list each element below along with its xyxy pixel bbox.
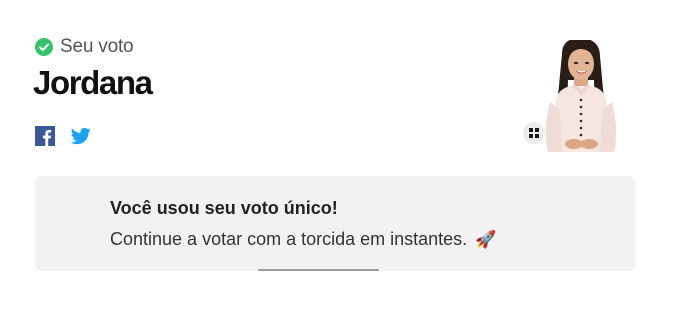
twitter-share-button[interactable] <box>70 126 91 146</box>
notice-progress-bar <box>258 269 379 271</box>
share-buttons <box>35 126 91 146</box>
facebook-share-button[interactable] <box>35 126 55 146</box>
rocket-icon: 🚀 <box>475 230 497 249</box>
vote-notice: Você usou seu voto único! Continue a vot… <box>35 176 635 271</box>
notice-body: Continue a votar com a torcida em instan… <box>110 229 468 249</box>
facebook-icon <box>35 126 55 146</box>
notice-body-line: Continue a votar com a torcida em instan… <box>110 229 496 250</box>
expand-icon <box>529 128 539 138</box>
vote-status: Seu voto <box>35 36 134 58</box>
candidate-avatar-icon <box>536 40 626 152</box>
expand-photo-button[interactable] <box>523 122 545 144</box>
twitter-icon <box>70 127 91 145</box>
candidate-photo <box>536 40 626 152</box>
vote-status-label: Seu voto <box>60 36 134 57</box>
check-circle-icon <box>35 38 53 56</box>
candidate-name: Jordana <box>33 64 153 101</box>
notice-title: Você usou seu voto único! <box>110 198 338 218</box>
